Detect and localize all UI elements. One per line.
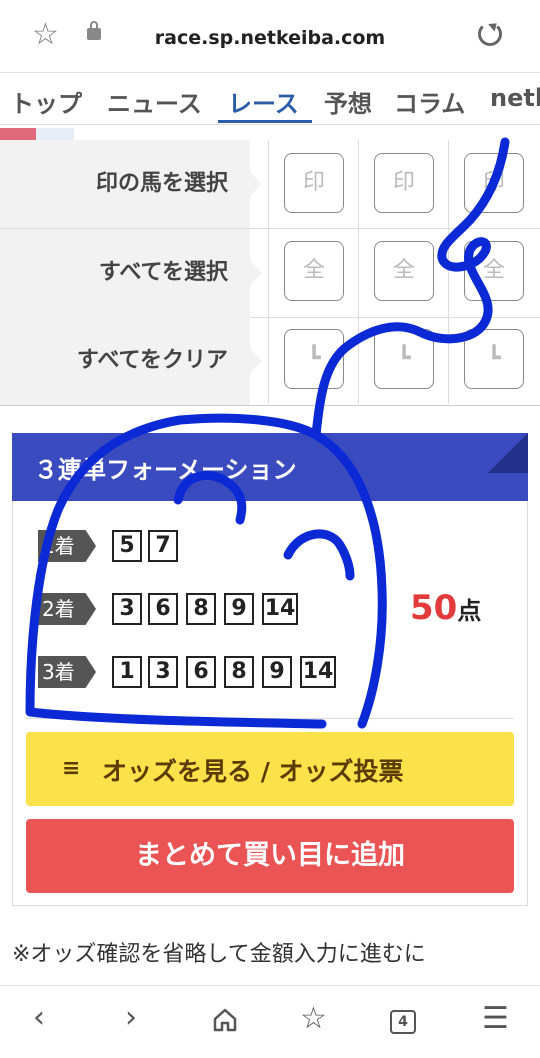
divider	[358, 140, 359, 404]
points-value: 50	[410, 588, 458, 628]
points-unit: 点	[457, 597, 482, 625]
tab-netkeiba[interactable]: netk	[490, 84, 540, 112]
view-odds-button[interactable]: ≡ オッズを見る / オッズ投票	[26, 732, 514, 806]
color-strip-light	[36, 128, 74, 140]
mark-button-col3[interactable]: 印	[464, 153, 524, 213]
clear-all-label: すべてをクリア	[0, 317, 262, 405]
header-corner	[488, 433, 528, 473]
tab-top[interactable]: トップ	[10, 84, 82, 119]
divider	[26, 718, 514, 719]
horse-number: 8	[186, 593, 216, 625]
back-icon[interactable]: ‹	[33, 1003, 45, 1033]
formation-header: ３連単フォーメーション	[12, 433, 528, 501]
mark-button-col1[interactable]: 印	[284, 153, 344, 213]
bookmarks-icon[interactable]: ☆	[300, 1004, 327, 1034]
forward-icon[interactable]: ›	[125, 1003, 137, 1033]
tab-column[interactable]: コラム	[394, 84, 465, 119]
horse-number: 5	[112, 530, 142, 562]
horse-number: 6	[148, 593, 178, 625]
color-strip	[0, 128, 36, 140]
second-place-tag: 2着	[38, 593, 96, 625]
note-text: ※オッズ確認を省略して金額入力に進むに	[12, 942, 426, 967]
url-text[interactable]: race.sp.netkeiba.com	[0, 27, 540, 49]
all-button-col3[interactable]: 全	[464, 241, 524, 301]
reload-icon[interactable]	[478, 22, 502, 46]
select-marked-label: 印の馬を選択	[0, 140, 262, 228]
clear-all-row: すべてをクリア	[0, 317, 540, 406]
horse-number: 1	[112, 656, 142, 688]
horse-number: 9	[224, 593, 254, 625]
formation-title: ３連単フォーメーション	[34, 456, 297, 484]
select-marked-row: 印の馬を選択	[0, 140, 540, 229]
divider	[448, 140, 449, 404]
tab-prediction[interactable]: 予想	[324, 84, 372, 119]
clear-button-col2[interactable]: ┗	[374, 329, 434, 389]
select-all-row: すべてを選択	[0, 229, 540, 318]
mark-button-col2[interactable]: 印	[374, 153, 434, 213]
horse-number: 7	[148, 530, 178, 562]
tab-race[interactable]: レース	[228, 84, 299, 119]
divider	[268, 140, 269, 404]
tabs-icon[interactable]: 4	[390, 1010, 416, 1034]
active-tab-indicator	[218, 120, 312, 123]
first-place-tag: 1着	[38, 530, 96, 562]
horse-number: 14	[300, 656, 336, 688]
horse-number: 9	[262, 656, 292, 688]
horse-number: 6	[186, 656, 216, 688]
all-button-col1[interactable]: 全	[284, 241, 344, 301]
horse-number: 14	[262, 593, 298, 625]
horse-number: 3	[112, 593, 142, 625]
all-button-col2[interactable]: 全	[374, 241, 434, 301]
list-icon: ≡	[62, 756, 81, 781]
select-all-label: すべてを選択	[0, 229, 262, 317]
browser-address-bar: ☆ race.sp.netkeiba.com	[0, 0, 540, 73]
home-icon[interactable]	[211, 1006, 239, 1034]
browser-toolbar	[0, 985, 540, 1058]
horse-number: 8	[224, 656, 254, 688]
view-odds-label: オッズを見る / オッズ投票	[102, 757, 404, 786]
clear-button-col3[interactable]: ┗	[464, 329, 524, 389]
tab-news[interactable]: ニュース	[107, 84, 202, 119]
combination-count: 50点	[410, 588, 481, 628]
menu-icon[interactable]: ☰	[482, 1004, 509, 1034]
clear-button-col1[interactable]: ┗	[284, 329, 344, 389]
third-place-tag: 3着	[38, 656, 96, 688]
horse-number: 3	[148, 656, 178, 688]
site-nav: トップ ニュース レース 予想 コラム netk	[0, 72, 540, 125]
add-to-bets-button[interactable]: まとめて買い目に追加	[26, 819, 514, 893]
